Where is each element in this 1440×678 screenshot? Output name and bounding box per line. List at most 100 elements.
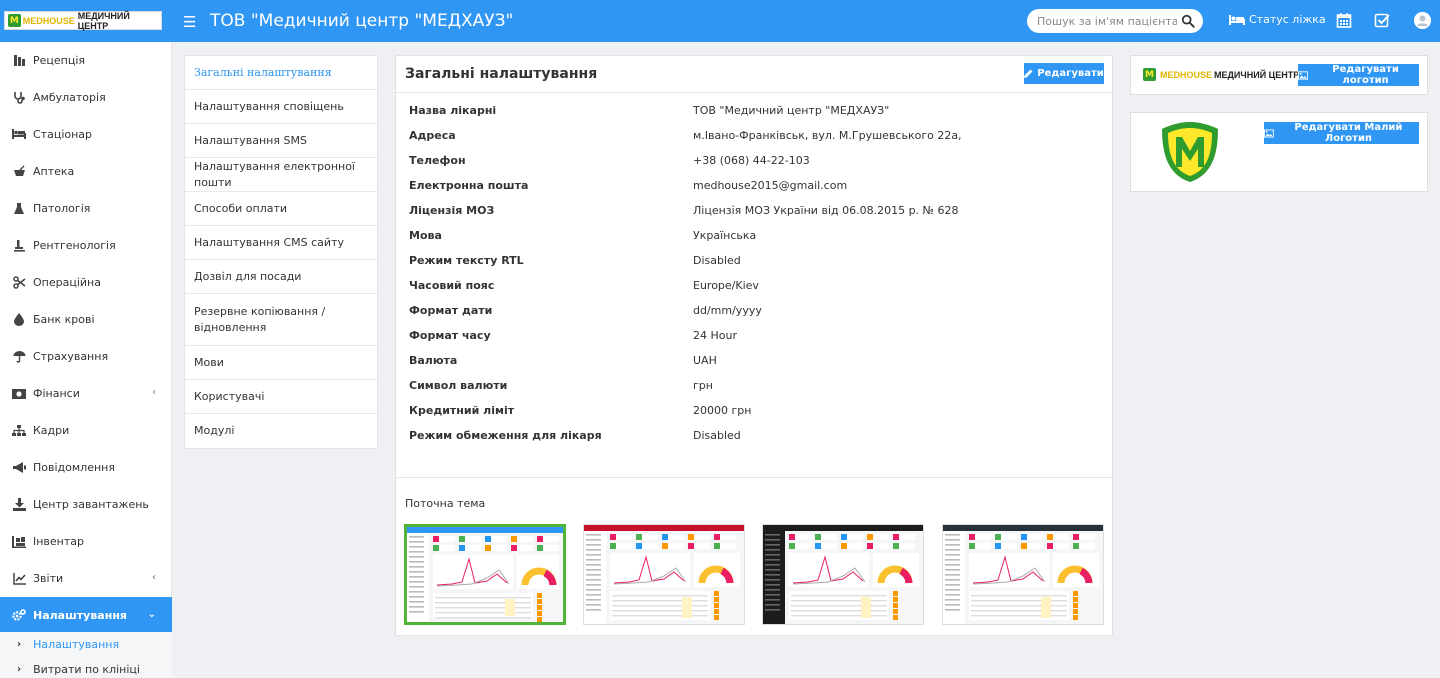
settings-menu-item-general[interactable]: Загальні налаштування <box>185 56 377 90</box>
info-value: Ліцензія МОЗ України від 06.08.2015 р. №… <box>693 204 959 217</box>
sidebar-item-blood-bank[interactable]: Банк крові <box>0 301 172 338</box>
sidebar-item-outpatient[interactable]: Амбулаторія <box>0 79 172 116</box>
settings-menu-item-notifications[interactable]: Налаштування сповіщень <box>185 90 377 124</box>
sidebar-item-insurance[interactable]: Страхування <box>0 338 172 375</box>
sidebar-item-label: Стаціонар <box>33 128 93 141</box>
sidebar-item-reports[interactable]: Звіти ‹ <box>0 560 172 597</box>
edit-logo-button[interactable]: Редагувати логотип <box>1298 64 1419 86</box>
calendar-icon[interactable] <box>1336 12 1352 28</box>
settings-menu-label: Мови <box>194 355 224 369</box>
info-row-currency: Валюта UAH <box>409 352 1099 372</box>
theme-card-dark[interactable] <box>762 524 924 625</box>
sidebar-item-inpatient[interactable]: Стаціонар <box>0 116 172 153</box>
sidebar-item-label: Операційна <box>33 276 101 289</box>
info-label: Адреса <box>409 129 456 142</box>
sidebar-item-label: Кадри <box>33 424 70 437</box>
info-row-license: Ліцензія МОЗ Ліцензія МОЗ України від 06.… <box>409 202 1099 222</box>
org-chart-icon <box>12 424 26 438</box>
sidebar-item-pharmacy[interactable]: Аптека <box>0 153 172 190</box>
search-box <box>1027 9 1203 33</box>
settings-menu-item-permissions[interactable]: Дозвіл для посади <box>185 260 377 294</box>
sidebar-item-notifications[interactable]: Повідомлення <box>0 449 172 486</box>
logo-word-center: МЕДИЧНИЙ ЦЕНТР <box>77 10 130 31</box>
search-icon[interactable] <box>1181 14 1195 28</box>
sidebar-item-operating[interactable]: Операційна <box>0 264 172 301</box>
sidebar-item-label: Звіти <box>33 572 64 585</box>
info-value: м.Івано-Франківськ, вул. М.Грушевського … <box>693 129 962 142</box>
edit-small-logo-button[interactable]: Редагувати Малий Логотип <box>1264 122 1419 144</box>
image-icon <box>1298 70 1309 80</box>
logo-word-medhouse: MEDHOUSE <box>22 15 75 26</box>
sidebar-item-downloads[interactable]: Центр завантажень <box>0 486 172 523</box>
sidebar-subitem-settings[interactable]: › Налаштування <box>0 632 172 657</box>
settings-menu-item-modules[interactable]: Модулі <box>185 414 377 448</box>
theme-preview-image <box>943 525 1103 624</box>
panel-divider <box>396 92 1112 93</box>
app-logo[interactable]: M MEDHOUSE МЕДИЧНИЙ ЦЕНТР <box>4 10 162 31</box>
sidebar-item-hr[interactable]: Кадри <box>0 412 172 449</box>
sidebar-item-inventory[interactable]: Інвентар <box>0 523 172 560</box>
sidebar-item-finance[interactable]: Фінанси ‹ <box>0 375 172 412</box>
settings-menu-item-backup[interactable]: Резервне копіювання / відновлення <box>185 294 377 346</box>
settings-menu-item-email[interactable]: Налаштування електронної пошти <box>185 158 377 192</box>
theme-card-slate[interactable] <box>942 524 1104 625</box>
edit-settings-label: Редагувати <box>1037 68 1104 79</box>
general-settings-panel: Загальні налаштування Редагувати Назва л… <box>395 55 1113 636</box>
settings-menu-label: Налаштування SMS <box>194 133 307 147</box>
info-label: Часовий пояс <box>409 279 495 292</box>
theme-preview-image <box>407 527 563 622</box>
top-header: M MEDHOUSE МЕДИЧНИЙ ЦЕНТР ☰ ТОВ "Медични… <box>0 0 1440 42</box>
sidebar-item-label: Центр завантажень <box>33 498 149 511</box>
info-value: 24 Hour <box>693 329 737 342</box>
sidebar-item-settings[interactable]: Налаштування ⌄ <box>0 597 172 634</box>
info-label: Кредитний ліміт <box>409 404 515 417</box>
bed-status-link[interactable]: Статус ліжка <box>1229 13 1326 26</box>
sidebar-item-pathology[interactable]: Патологія <box>0 190 172 227</box>
info-label: Ліцензія МОЗ <box>409 204 495 217</box>
blood-drop-icon <box>12 313 26 327</box>
info-label: Режим тексту RTL <box>409 254 524 267</box>
info-value: 20000 грн <box>693 404 752 417</box>
theme-preview-image <box>584 525 744 624</box>
sidebar-item-label: Страхування <box>33 350 109 363</box>
info-value: Українська <box>693 229 757 242</box>
sidebar-item-reception[interactable]: Рецепція <box>0 42 172 79</box>
menu-icon[interactable]: ☰ <box>183 13 196 31</box>
sidebar-item-label: Патологія <box>33 202 91 215</box>
sidebar-subitem-clinic-expenses[interactable]: › Витрати по клініці <box>0 657 172 678</box>
current-theme-label: Поточна тема <box>405 497 486 510</box>
settings-menu-item-payment-methods[interactable]: Способи оплати <box>185 192 377 226</box>
patient-search-input[interactable] <box>1037 13 1177 29</box>
sidebar-item-label: Банк крові <box>33 313 95 326</box>
logo-mark-icon: M <box>1143 68 1156 81</box>
edit-settings-button[interactable]: Редагувати <box>1024 63 1104 84</box>
settings-menu-label: Способи оплати <box>194 201 288 215</box>
hospital-bed-icon <box>12 128 26 142</box>
image-icon <box>1264 128 1274 138</box>
chevron-left-icon: ‹ <box>152 572 156 583</box>
info-label: Назва лікарні <box>409 104 497 117</box>
settings-menu-item-users[interactable]: Користувачі <box>185 380 377 414</box>
settings-menu-item-sms[interactable]: Налаштування SMS <box>185 124 377 158</box>
settings-menu-item-languages[interactable]: Мови <box>185 346 377 380</box>
chevron-left-icon: ‹ <box>152 387 156 398</box>
settings-menu-label: Налаштування електронної пошти <box>194 159 355 189</box>
sidebar-item-label: Рецепція <box>33 54 86 67</box>
sidebar-item-radiology[interactable]: Рентгенологія <box>0 227 172 264</box>
sidebar-item-label: Налаштування <box>33 609 127 622</box>
panel-title: Загальні налаштування <box>405 66 598 82</box>
settings-menu: Загальні налаштування Налаштування спові… <box>184 55 378 449</box>
settings-menu-item-cms[interactable]: Налаштування CMS сайту <box>185 226 377 260</box>
theme-card-blue[interactable] <box>404 524 566 625</box>
money-icon <box>12 387 26 401</box>
checkbox-icon[interactable] <box>1374 12 1390 28</box>
info-row-address: Адреса м.Івано-Франківськ, вул. М.Грушевс… <box>409 127 1099 147</box>
sidebar-item-label: Повідомлення <box>33 461 115 474</box>
settings-menu-label: Дозвіл для посади <box>194 269 302 283</box>
inventory-icon <box>12 535 26 549</box>
sidebar-subitem-label: Налаштування <box>33 638 120 651</box>
app-title: ТОВ "Медичний центр "МЕДХАУЗ" <box>210 11 514 31</box>
theme-card-red[interactable] <box>583 524 745 625</box>
info-row-rtl: Режим тексту RTL Disabled <box>409 252 1099 272</box>
user-avatar-icon[interactable] <box>1414 12 1431 29</box>
